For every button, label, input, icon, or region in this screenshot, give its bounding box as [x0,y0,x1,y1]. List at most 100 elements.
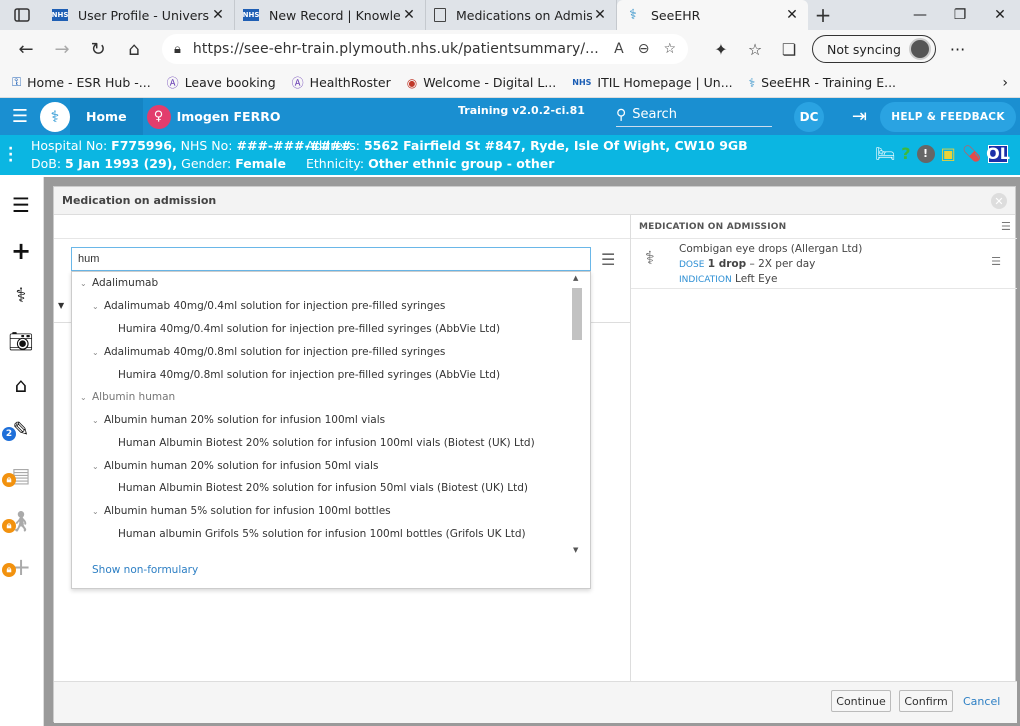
tab-title: New Record | Knowledg [269,7,401,23]
restore-icon[interactable]: ❐ [940,0,980,30]
close-tab-icon[interactable]: ✕ [210,7,226,23]
tab-title: SeeEHR [651,7,701,23]
result-item[interactable]: ⌄ Adalimumab 40mg/0.4ml solution for inje… [92,300,445,312]
bed-icon[interactable]: 🛏︎ [875,144,895,163]
favorites-icon[interactable]: ☆ [738,40,772,59]
browser-tab-new-record[interactable]: NHS New Record | Knowledg ✕ [235,0,426,30]
result-item[interactable]: ⌄ Adalimumab 40mg/0.8ml solution for inje… [92,346,445,358]
logout-icon[interactable]: ⇥ [852,106,867,127]
refresh-button[interactable]: ↻ [80,34,116,64]
confirm-button[interactable]: Confirm [899,690,953,712]
bookmark-seeehr[interactable]: ⚕ SeeEHR - Training E... [749,75,896,90]
house-medical-icon[interactable]: ⌂ [8,373,34,397]
close-tab-icon[interactable]: ✕ [592,7,608,23]
collections-icon[interactable]: ❏ [772,40,806,59]
medication-dose: DOSE 1 drop – 2X per day [679,258,816,270]
medication-entry[interactable]: ⚕ Combigan eye drops (Allergan Ltd) DOSE… [631,239,1017,289]
forward-arrow-icon: → [54,38,70,60]
patient-banner: · · · Hospital No: F775996, NHS No: ###-##… [0,135,1020,175]
forward-button[interactable]: → [44,34,80,64]
bookmark-leave-booking[interactable]: Ⓐ Leave booking [167,74,276,91]
close-window-icon[interactable]: ✕ [980,0,1020,30]
medication-search-input[interactable] [71,247,591,271]
nhs-favicon-icon: NHS [242,9,260,21]
bookmark-digital-learning[interactable]: ◉ Welcome - Digital L... [407,75,557,90]
patient-dob-gender: DoB: 5 Jan 1993 (29), Gender: Female [31,156,286,171]
bookmark-label: ITIL Homepage | Un... [597,75,733,90]
result-group[interactable]: ⌄ Adalimumab [80,277,158,289]
scroll-up-icon[interactable]: ▲ [573,274,578,282]
bookmark-itil[interactable]: NHS ITIL Homepage | Un... [572,75,732,90]
result-item[interactable]: Humira 40mg/0.8ml solution for injection… [118,369,500,381]
user-avatar[interactable]: DC [794,102,824,132]
modal-footer: Continue Confirm Cancel [54,681,1017,723]
bookmark-label: HealthRoster [309,75,391,90]
banner-menu-icon[interactable]: · · · [8,142,13,168]
left-rail: ☰ + ⚕ 📷︎ ⌂ ✎ 2 ▤ 🔒︎ 🚶︎ 🔒︎ + 🔒︎ [0,177,44,726]
entry-menu-icon[interactable]: ☰ [991,255,1001,268]
caret-down-icon[interactable]: ▼ [58,301,64,310]
back-button[interactable]: ← [8,34,44,64]
menu-icon[interactable]: ☰ [0,106,40,127]
result-item[interactable]: Humira 40mg/0.4ml solution for injection… [118,323,500,335]
zoom-icon[interactable]: ⊖ [638,41,650,57]
list-options-icon[interactable]: ☰ [601,250,615,269]
result-item[interactable]: ⌄ Albumin human 5% solution for infusion … [92,505,391,517]
result-item[interactable]: Human Albumin Biotest 20% solution for i… [118,437,535,449]
home-nav-button[interactable]: Home [70,98,143,135]
search-pane: ▼ ☰ ⌄Adalimumab ⌄Adalimumab 40mg/0.4ml s… [54,215,630,681]
results-scrollbar[interactable]: ▲ ▼ [570,274,584,554]
admission-medication-pane: MEDICATION ON ADMISSION ☰ ⚕ Combigan eye… [630,215,1017,681]
app-header: ☰ ⚕ Home ♀ Imogen FERRO Training v2.0.2-… [0,98,1020,135]
browser-tab-medications[interactable]: Medications on Admiss ✕ [426,0,617,30]
clipboard-icon[interactable]: ▣ [941,144,956,163]
help-feedback-button[interactable]: HELP & FEEDBACK [880,102,1016,132]
patient-nav-button[interactable]: ♀ Imogen FERRO [146,104,280,129]
profile-sync-button[interactable]: Not syncing [812,35,936,63]
scroll-thumb[interactable] [572,288,582,340]
pane-strip [54,215,630,239]
add-icon[interactable]: + [8,237,34,265]
lock-icon: 🔒︎ [174,41,181,57]
read-aloud-icon[interactable]: A [614,41,624,57]
patient-ids: Hospital No: F775996, NHS No: ###-###-##… [31,138,352,153]
result-item[interactable]: Human Albumin Biotest 20% solution for i… [118,482,528,494]
browser-tab-seeehr[interactable]: ⚕ SeeEHR ✕ [617,0,808,30]
pill-icon[interactable]: 💊︎ [962,144,982,163]
close-icon[interactable]: ✕ [991,193,1007,209]
tab-actions-button[interactable] [0,0,44,30]
extensions-icon[interactable]: ✦ [704,40,738,59]
minimize-icon[interactable]: — [900,0,940,30]
search-button[interactable]: ⚲ Search [616,103,772,127]
alert-icon[interactable]: ! [916,144,935,163]
favorite-star-icon[interactable]: ☆ [663,41,676,57]
bookmark-esr-hub[interactable]: ⚿ Home - ESR Hub -... [12,75,151,90]
question-icon[interactable]: ? [901,144,910,163]
lock-icon: 🔒︎ [2,563,16,577]
more-options-icon[interactable]: ··· [950,40,965,59]
header-menu-icon[interactable]: ☰ [1001,220,1011,233]
seeehr-logo: ⚕ [40,101,70,132]
chevron-down-icon: ⌄ [80,279,87,288]
result-group[interactable]: ⌄ Albumin human [80,391,175,403]
camera-icon[interactable]: 📷︎ [8,329,34,353]
close-tab-icon[interactable]: ✕ [401,7,417,23]
continue-button[interactable]: Continue [831,690,891,712]
show-non-formulary-link[interactable]: Show non-formulary [92,564,198,576]
result-item[interactable]: ⌄ Albumin human 20% solution for infusion… [92,460,378,472]
url-input[interactable]: 🔒︎ https://see-ehr-train.plymouth.nhs.uk… [162,34,688,64]
scroll-down-icon[interactable]: ▼ [573,546,578,554]
bookmark-healthroster[interactable]: Ⓐ HealthRoster [292,74,391,91]
browser-tab-user-profile[interactable]: NHS User Profile - University ✕ [44,0,235,30]
result-item[interactable]: Human albumin Grifols 5% solution for in… [118,528,526,540]
cancel-link[interactable]: Cancel [963,695,1000,708]
stethoscope-icon[interactable]: ⚕ [8,283,34,307]
close-tab-icon[interactable]: ✕ [784,7,800,23]
new-tab-button[interactable]: + [808,0,838,30]
list-icon[interactable]: ☰ [8,193,34,217]
chevron-right-icon[interactable]: › [1002,75,1008,91]
result-item[interactable]: ⌄ Albumin human 20% solution for infusion… [92,414,385,426]
home-button[interactable]: ⌂ [116,34,152,64]
ol-badge[interactable]: OL [986,144,1010,163]
chevron-down-icon: ⌄ [92,507,99,516]
